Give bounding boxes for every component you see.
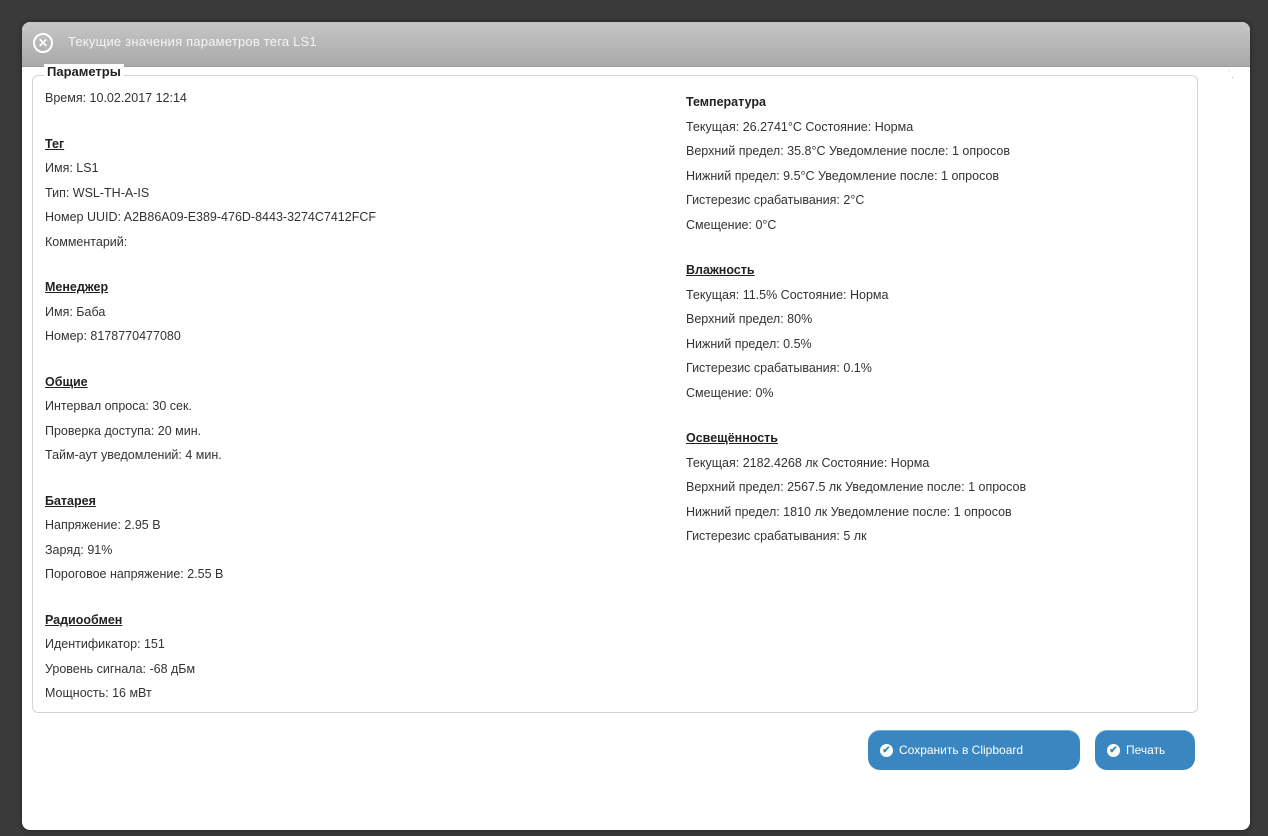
radio-id: Идентификатор: 151 — [45, 637, 165, 651]
tag-type: Тип: WSL-TH-A-IS — [45, 185, 150, 200]
check-circle-icon: ✔ — [880, 743, 893, 757]
temp-offset: Смещение: 0°C — [686, 217, 777, 232]
battery-charge: Заряд: 91% — [45, 542, 113, 557]
light-current: Текущая: 2182.4268 лк Состояние: Норма — [686, 455, 930, 470]
temperature-heading: Температура — [686, 95, 766, 109]
battery-heading: Батарея — [45, 493, 96, 508]
tag-heading: Тег — [45, 136, 65, 151]
parameters-legend: Параметры — [44, 64, 124, 79]
light-lower: Нижний предел: 1810 лк Уведомление после… — [686, 504, 1012, 519]
manager-name: Имя: Баба — [45, 304, 106, 319]
save-clipboard-label: Сохранить в Clipboard — [899, 743, 1024, 757]
save-clipboard-button[interactable]: ✔ Сохранить в Clipboard — [868, 730, 1080, 770]
access-check: Проверка доступа: 20 мин. — [45, 423, 202, 438]
radio-power: Мощность: 16 мВт — [45, 686, 152, 700]
dialog-titlebar: ✕ Текущие значения параметров тега LS1 — [22, 22, 1250, 67]
manager-number: Номер: 8178770477080 — [45, 329, 181, 343]
hum-current: Текущая: 11.5% Состояние: Норма — [686, 287, 889, 302]
manager-heading: Менеджер — [45, 280, 109, 294]
left-column: Время: 10.02.2017 12:14 Тег Имя: LS1 Тип… — [45, 86, 605, 706]
right-column: Температура Текущая: 26.2741°C Состояние… — [686, 90, 1186, 549]
humidity-heading: Влажность — [686, 263, 755, 277]
print-button[interactable]: ✔ Печать — [1095, 730, 1195, 770]
radio-signal: Уровень сигнала: -68 дБм — [45, 661, 196, 676]
light-upper: Верхний предел: 2567.5 лк Уведомление по… — [686, 480, 1027, 494]
hum-lower: Нижний предел: 0.5% — [686, 336, 812, 351]
panel-corner-mark: ˙. — [1227, 70, 1234, 81]
tag-uuid: Номер UUID: A2B86A09-E389-476D-8443-3274… — [45, 210, 377, 224]
hum-offset: Смещение: 0% — [686, 385, 774, 400]
temp-hysteresis: Гистерезис срабатывания: 2°C — [686, 193, 865, 207]
poll-interval: Интервал опроса: 30 сек. — [45, 399, 192, 413]
temp-current: Текущая: 26.2741°C Состояние: Норма — [686, 119, 914, 134]
light-hysteresis: Гистерезис срабатывания: 5 лк — [686, 529, 867, 543]
time-line: Время: 10.02.2017 12:14 — [45, 91, 187, 105]
battery-threshold: Пороговое напряжение: 2.55 В — [45, 567, 224, 581]
print-label: Печать — [1126, 743, 1166, 757]
battery-voltage: Напряжение: 2.95 В — [45, 518, 161, 532]
temp-lower: Нижний предел: 9.5°C Уведомление после: … — [686, 168, 1000, 183]
tag-comment: Комментарий: — [45, 234, 128, 249]
notify-timeout: Тайм-аут уведомлений: 4 мин. — [45, 448, 222, 462]
light-heading: Освещённость — [686, 431, 778, 445]
check-circle-icon: ✔ — [1107, 743, 1120, 757]
temp-upper: Верхний предел: 35.8°C Уведомление после… — [686, 144, 1010, 158]
dialog-title: Текущие значения параметров тега LS1 — [68, 34, 317, 49]
hum-hysteresis: Гистерезис срабатывания: 0.1% — [686, 361, 872, 375]
radio-heading: Радиообмен — [45, 612, 123, 627]
general-heading: Общие — [45, 374, 88, 389]
tag-name: Имя: LS1 — [45, 161, 99, 175]
hum-upper: Верхний предел: 80% — [686, 312, 813, 326]
close-circle-icon[interactable]: ✕ — [33, 33, 53, 53]
